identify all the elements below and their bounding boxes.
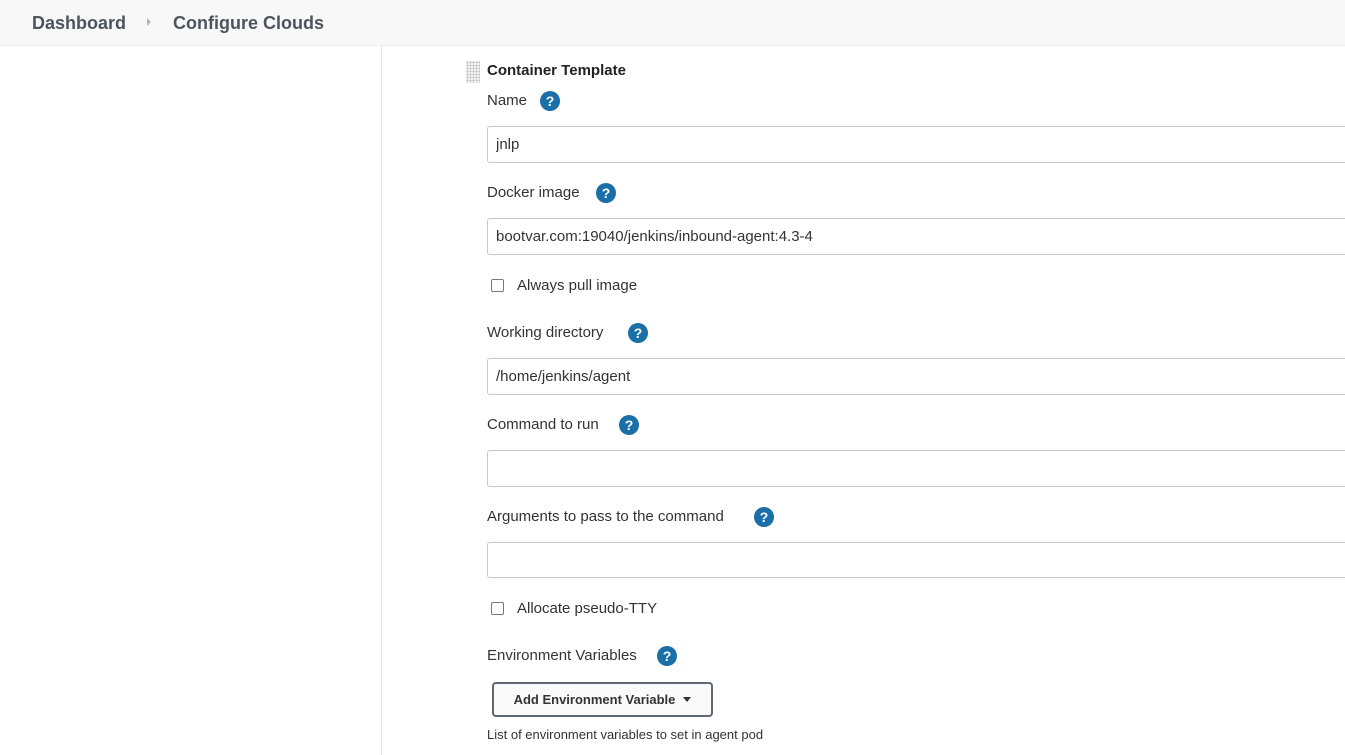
always-pull-row: Always pull image — [491, 275, 637, 295]
name-label: Name — [487, 92, 528, 109]
pseudo-tty-label[interactable]: Allocate pseudo-TTY — [517, 600, 657, 617]
pseudo-tty-row: Allocate pseudo-TTY — [491, 598, 657, 618]
command-input[interactable] — [487, 450, 1345, 487]
arguments-input[interactable] — [487, 542, 1345, 578]
docker-image-label: Docker image — [487, 184, 580, 201]
working-directory-label: Working directory — [487, 324, 604, 341]
name-input[interactable] — [487, 126, 1345, 163]
help-icon[interactable]: ? — [628, 323, 648, 343]
help-icon[interactable]: ? — [619, 415, 639, 435]
help-icon[interactable]: ? — [596, 183, 616, 203]
chevron-right-icon[interactable] — [147, 18, 151, 26]
breadcrumb: Dashboard Configure Clouds — [0, 0, 1345, 46]
arguments-label: Arguments to pass to the command — [487, 508, 724, 525]
env-vars-hint: List of environment variables to set in … — [487, 727, 764, 742]
breadcrumb-configure-clouds[interactable]: Configure Clouds — [173, 13, 324, 34]
command-label: Command to run — [487, 416, 599, 433]
drag-handle-icon[interactable] — [466, 61, 480, 83]
always-pull-checkbox[interactable] — [491, 278, 504, 292]
add-environment-variable-label: Add Environment Variable — [513, 692, 676, 707]
env-vars-label: Environment Variables — [487, 647, 637, 664]
pseudo-tty-checkbox[interactable] — [491, 601, 504, 615]
section-title: Container Template — [487, 62, 626, 79]
breadcrumb-dashboard[interactable]: Dashboard — [32, 13, 126, 34]
side-panel — [0, 46, 382, 755]
help-icon[interactable]: ? — [754, 507, 774, 527]
add-environment-variable-button[interactable]: Add Environment Variable — [492, 682, 713, 717]
help-icon[interactable]: ? — [540, 91, 560, 111]
working-directory-input[interactable] — [487, 358, 1345, 395]
docker-image-input[interactable] — [487, 218, 1345, 255]
help-icon[interactable]: ? — [657, 646, 677, 666]
always-pull-label[interactable]: Always pull image — [517, 277, 637, 294]
caret-down-icon — [683, 697, 692, 702]
